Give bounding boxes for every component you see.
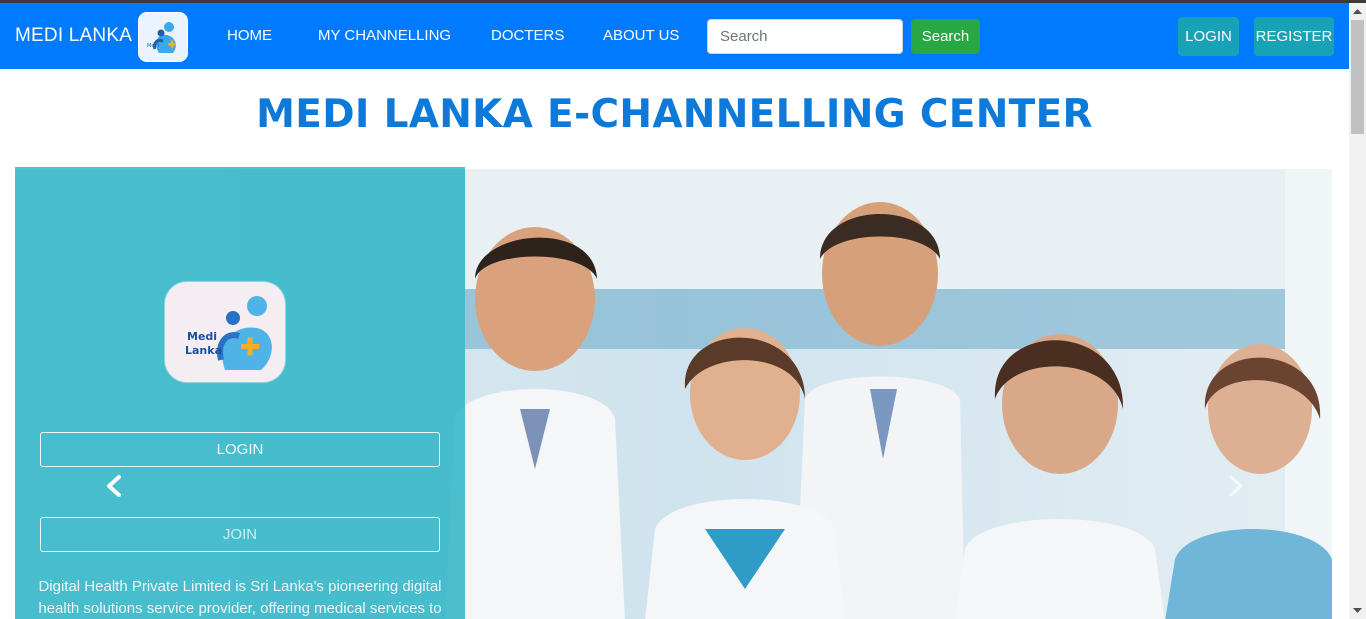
panel-description: Digital Health Private Limited is Sri La… — [38, 578, 442, 617]
nav-about-us[interactable]: ABOUT US — [603, 27, 679, 44]
logo-text-medi: Medi — [187, 330, 218, 343]
nav-my-channelling[interactable]: MY CHANNELLING — [318, 27, 451, 44]
scrollbar-thumb[interactable] — [1351, 20, 1364, 134]
brand-logo[interactable]: Medi — [138, 12, 188, 62]
brand-name[interactable]: MEDI LANKA — [15, 25, 132, 47]
medi-lanka-logo-icon — [217, 296, 272, 370]
nav-home[interactable]: HOME — [227, 27, 272, 44]
panel-login-button[interactable]: LOGIN — [40, 432, 440, 467]
brand-logo-icon: Medi — [147, 22, 176, 53]
chevron-right-icon — [1229, 475, 1243, 497]
page-title: MEDI LANKA E-CHANNELLING CENTER — [256, 92, 1093, 137]
navbar: MEDI LANKA Medi HOME MY CHANNELLING DOCT… — [0, 3, 1349, 69]
login-button[interactable]: LOGIN — [1178, 17, 1239, 56]
register-button[interactable]: REGISTER — [1254, 17, 1334, 56]
hero-side-panel: Medi Lanka LOGIN JOIN Digital Health Pri… — [15, 167, 465, 619]
panel-join-button[interactable]: JOIN — [40, 517, 440, 552]
chevron-left-icon — [107, 475, 121, 497]
search-button[interactable]: Search — [911, 19, 980, 54]
scroll-up-icon[interactable] — [1349, 3, 1366, 20]
hero-carousel: Medi Lanka LOGIN JOIN Digital Health Pri… — [15, 167, 1332, 619]
carousel-next-button[interactable] — [1215, 467, 1255, 507]
nav-docters[interactable]: DOCTERS — [491, 27, 564, 44]
carousel-prev-button[interactable] — [95, 467, 135, 507]
panel-logo: Medi Lanka — [165, 282, 285, 382]
svg-text:Medi: Medi — [147, 43, 159, 49]
logo-text-lanka: Lanka — [185, 344, 223, 357]
page-scrollbar[interactable] — [1349, 3, 1366, 619]
scroll-down-icon[interactable] — [1349, 602, 1366, 619]
search-input[interactable] — [707, 19, 903, 54]
